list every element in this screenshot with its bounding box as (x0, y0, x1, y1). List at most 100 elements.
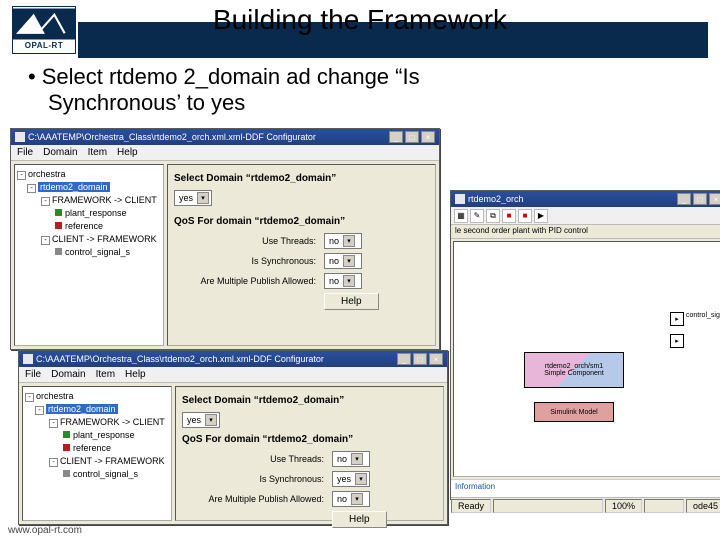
window-title: C:\AAATEMP\Orchestra_Class\rtdemo2_orch.… (36, 354, 397, 364)
bullet-text: •Select rtdemo 2_domain ad change “Is Sy… (28, 64, 700, 117)
logo-text: OPAL-RT (13, 41, 75, 50)
chevron-down-icon: ▾ (355, 473, 367, 485)
window-title: C:\AAATEMP\Orchestra_Class\rtdemo2_orch.… (28, 132, 389, 142)
is-synchronous-select[interactable]: yes▾ (332, 471, 370, 487)
menu-help[interactable]: Help (117, 147, 138, 158)
window-titlebar[interactable]: C:\AAATEMP\Orchestra_Class\rtdemo2_orch.… (19, 351, 447, 367)
tree-leaf[interactable]: control_signal_s (65, 247, 130, 257)
label-use-threads: Use Threads: (182, 454, 332, 464)
chevron-down-icon: ▾ (197, 192, 209, 204)
menu-item[interactable]: Item (96, 369, 115, 380)
toolbar-button[interactable]: ■ (502, 209, 516, 223)
app-icon (455, 194, 465, 204)
menu-file[interactable]: File (17, 147, 33, 158)
configurator-window-2: C:\AAATEMP\Orchestra_Class\rtdemo2_orch.… (18, 350, 448, 525)
expand-icon[interactable]: - (35, 406, 44, 415)
expand-icon[interactable]: - (27, 184, 36, 193)
tree-leaf[interactable]: plant_response (65, 208, 127, 218)
status-ready: Ready (451, 499, 491, 513)
expand-icon[interactable]: - (41, 236, 50, 245)
close-button[interactable]: × (429, 353, 443, 365)
expand-icon[interactable]: - (41, 197, 50, 206)
menu-item[interactable]: Item (88, 147, 107, 158)
label-multi-publish: Are Multiple Publish Allowed: (174, 276, 324, 286)
tree-panel: -orchestra -rtdemo2_domain -FRAMEWORK ->… (22, 386, 172, 521)
multi-publish-select[interactable]: no▾ (332, 491, 370, 507)
tree-root[interactable]: orchestra (36, 391, 74, 401)
tree-node[interactable]: FRAMEWORK -> CLIENT (52, 195, 157, 205)
label-use-threads: Use Threads: (174, 236, 324, 246)
inport-block[interactable]: ▸ (670, 312, 684, 326)
expand-icon[interactable]: - (49, 458, 58, 467)
tree-node[interactable]: CLIENT -> FRAMEWORK (52, 234, 157, 244)
toolbar-button[interactable]: ▶ (534, 209, 548, 223)
tree-leaf[interactable]: plant_response (73, 430, 135, 440)
menu-domain[interactable]: Domain (51, 369, 85, 380)
expand-icon[interactable]: - (49, 419, 58, 428)
label-is-synchronous: Is Synchronous: (182, 474, 332, 484)
close-button[interactable]: × (709, 193, 720, 205)
model-block[interactable]: Simulink Model (534, 402, 614, 422)
minimize-button[interactable]: _ (389, 131, 403, 143)
help-button[interactable]: Help (324, 293, 379, 310)
tree-leaf[interactable]: reference (65, 221, 103, 231)
menu-domain[interactable]: Domain (43, 147, 77, 158)
minimize-button[interactable]: _ (397, 353, 411, 365)
tree-selected[interactable]: rtdemo2_domain (38, 182, 110, 192)
window-titlebar[interactable]: C:\AAATEMP\Orchestra_Class\rtdemo2_orch.… (11, 129, 439, 145)
item-icon (63, 431, 70, 438)
tree-node[interactable]: FRAMEWORK -> CLIENT (60, 417, 165, 427)
help-button[interactable]: Help (332, 511, 387, 528)
footer-url: www.opal-rt.com (8, 525, 82, 536)
close-button[interactable]: × (421, 131, 435, 143)
tree-leaf[interactable]: reference (73, 443, 111, 453)
chevron-down-icon: ▾ (351, 453, 363, 465)
sim-canvas[interactable]: rtdemo2_orch/sm1 Simple Component Simuli… (453, 241, 720, 477)
sim-caption: le second order plant with PID control (451, 225, 720, 239)
expand-icon[interactable]: - (17, 171, 26, 180)
app-icon (15, 132, 25, 142)
toolbar-button[interactable]: ▦ (454, 209, 468, 223)
menubar: File Domain Item Help (19, 367, 447, 383)
pane-heading: Select Domain “rtdemo2_domain” (182, 395, 437, 406)
outport-block[interactable]: ▸ (670, 334, 684, 348)
maximize-button[interactable]: □ (413, 353, 427, 365)
properties-pane: Select Domain “rtdemo2_domain” yes▾ QoS … (175, 386, 444, 521)
sim-info: Information (451, 479, 720, 497)
expand-icon[interactable]: - (25, 393, 34, 402)
bullet-line1: Select rtdemo 2_domain ad change “Is (42, 64, 420, 89)
tree-root[interactable]: orchestra (28, 169, 66, 179)
multi-publish-select[interactable]: no▾ (324, 273, 362, 289)
tree-leaf[interactable]: control_signal_s (73, 469, 138, 479)
domain-select[interactable]: yes▾ (182, 412, 220, 428)
slide-title: Building the Framework (0, 4, 720, 36)
qos-heading: QoS For domain “rtdemo2_domain” (174, 216, 429, 227)
item-icon (55, 209, 62, 216)
minimize-button[interactable]: _ (677, 193, 691, 205)
chevron-down-icon: ▾ (205, 414, 217, 426)
maximize-button[interactable]: □ (405, 131, 419, 143)
menu-file[interactable]: File (25, 369, 41, 380)
configurator-window-1: C:\AAATEMP\Orchestra_Class\rtdemo2_orch.… (10, 128, 440, 350)
block-label: Simulink Model (550, 409, 597, 416)
is-synchronous-select[interactable]: no▾ (324, 253, 362, 269)
maximize-button[interactable]: □ (693, 193, 707, 205)
toolbar-button[interactable]: ⧉ (486, 209, 500, 223)
component-block[interactable]: rtdemo2_orch/sm1 Simple Component (524, 352, 624, 388)
window-title: rtdemo2_orch (468, 194, 677, 204)
menu-help[interactable]: Help (125, 369, 146, 380)
pane-heading: Select Domain “rtdemo2_domain” (174, 173, 429, 184)
tree-selected[interactable]: rtdemo2_domain (46, 404, 118, 414)
menubar: File Domain Item Help (11, 145, 439, 161)
simulink-window: rtdemo2_orch _ □ × ▦ ✎ ⧉ ■ ■ ▶ le second… (450, 190, 720, 500)
use-threads-select[interactable]: no▾ (332, 451, 370, 467)
domain-select[interactable]: yes▾ (174, 190, 212, 206)
toolbar-button[interactable]: ✎ (470, 209, 484, 223)
window-titlebar[interactable]: rtdemo2_orch _ □ × (451, 191, 720, 207)
toolbar-button[interactable]: ■ (518, 209, 532, 223)
use-threads-select[interactable]: no▾ (324, 233, 362, 249)
item-icon (63, 444, 70, 451)
item-icon (55, 248, 62, 255)
tree-panel: -orchestra -rtdemo2_domain -FRAMEWORK ->… (14, 164, 164, 346)
tree-node[interactable]: CLIENT -> FRAMEWORK (60, 456, 165, 466)
